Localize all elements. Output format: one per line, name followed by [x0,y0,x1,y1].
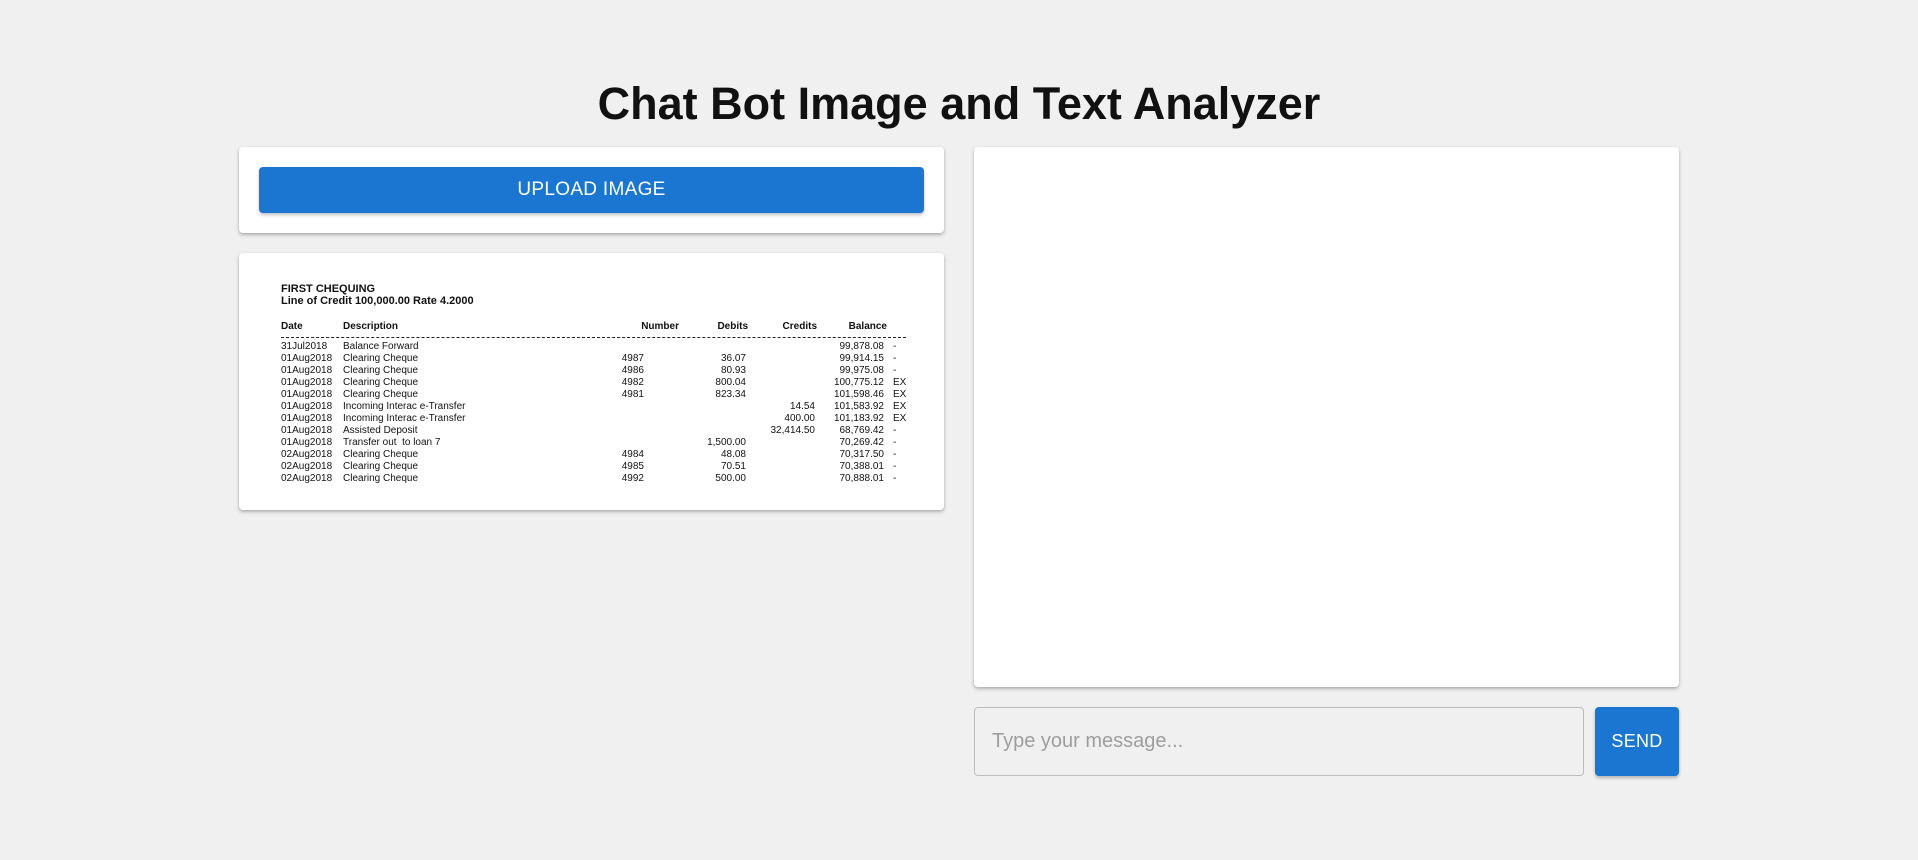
upload-card: UPLOAD IMAGE [239,147,944,233]
row-date: 02Aug2018 [281,449,333,460]
row-description: Transfer out to loan 7 [343,437,441,448]
table-row: 01Aug2018 Incoming Interac e-Transfer 400.… [281,413,906,425]
row-credit: 400.00 [784,413,815,424]
table-row: 01Aug2018 Clearing Cheque 4981 823.34 101,59… [281,389,906,401]
row-date: 01Aug2018 [281,365,333,376]
row-date: 31Jul2018 [281,341,328,352]
row-debit: 800.04 [715,377,746,388]
row-flag: - [893,425,897,436]
row-debit: 80.93 [720,365,746,376]
row-debit: 36.07 [720,353,746,364]
table-row: 01Aug2018 Clearing Cheque 4986 80.93 99,975.… [281,365,906,377]
row-credit: 14.54 [789,401,815,412]
row-description: Incoming Interac e-Transfer [343,413,466,424]
row-description: Incoming Interac e-Transfer [343,401,466,412]
row-date: 01Aug2018 [281,437,333,448]
row-balance: 68,769.42 [839,425,885,436]
row-balance: 70,888.01 [839,473,885,484]
row-flag: EX [893,377,907,388]
page-title: Chat Bot Image and Text Analyzer [597,78,1321,129]
row-debit: 48.08 [720,449,746,460]
row-flag: EX [893,389,907,400]
row-date: 01Aug2018 [281,377,333,388]
column-header-date: Date [281,321,303,332]
row-date: 02Aug2018 [281,461,333,472]
statement-header-row: Date Description Number Debits Credits B… [281,321,906,338]
row-balance: 70,388.01 [839,461,885,472]
table-row: 01Aug2018 Transfer out to loan 7 1,500.00 7… [281,437,906,449]
row-number: 4986 [621,365,644,376]
row-flag: - [893,473,897,484]
row-description: Clearing Cheque [343,353,419,364]
row-flag: EX [893,401,907,412]
row-number: 4981 [621,389,644,400]
row-balance: 99,914.15 [839,353,885,364]
column-header-description: Description [343,321,399,332]
row-credit: 32,414.50 [770,425,816,436]
row-description: Clearing Cheque [343,377,419,388]
column-header-balance: Balance [848,321,887,332]
row-description: Clearing Cheque [343,389,419,400]
table-row: 01Aug2018 Incoming Interac e-Transfer 14.5… [281,401,906,413]
table-row: 02Aug2018 Clearing Cheque 4985 70.51 70,388.… [281,461,906,473]
message-input[interactable] [974,707,1584,776]
row-balance: 99,878.08 [839,341,885,352]
table-row: 31Jul2018 Balance Forward 99,878.08- [281,341,906,353]
row-balance: 99,975.08 [839,365,885,376]
row-balance: 101,583.92 [833,401,884,412]
row-flag: - [893,365,897,376]
statement-table: Date Description Number Debits Credits B… [281,321,906,485]
row-balance: 70,317.50 [839,449,885,460]
row-flag: - [893,437,897,448]
image-preview-card: FIRST CHEQUING Line of Credit 100,000.00… [239,253,944,510]
row-balance: 101,183.92 [833,413,884,424]
row-number: 4982 [621,377,644,388]
row-description: Clearing Cheque [343,473,419,484]
column-header-credits: Credits [782,321,817,332]
row-number: 4984 [621,449,644,460]
row-balance: 101,598.46 [833,389,884,400]
chat-messages-panel [974,147,1679,687]
send-button[interactable]: SEND [1595,707,1679,776]
table-row: 01Aug2018 Assisted Deposit 32,414.50 68,769… [281,425,906,437]
row-flag: - [893,353,897,364]
row-number: 4985 [621,461,644,472]
row-description: Clearing Cheque [343,461,419,472]
row-date: 01Aug2018 [281,401,333,412]
row-debit: 70.51 [720,461,746,472]
row-date: 02Aug2018 [281,473,333,484]
row-number: 4987 [621,353,644,364]
uploaded-image-preview: FIRST CHEQUING Line of Credit 100,000.00… [281,283,906,485]
statement-subtitle: Line of Credit 100,000.00 Rate 4.2000 [281,295,474,307]
row-flag: - [893,341,897,352]
row-balance: 70,269.42 [839,437,885,448]
row-date: 01Aug2018 [281,413,333,424]
upload-image-button[interactable]: UPLOAD IMAGE [259,167,924,213]
table-row: 01Aug2018 Clearing Cheque 4982 800.04 100,77… [281,377,906,389]
table-row: 02Aug2018 Clearing Cheque 4992 500.00 70,888… [281,473,906,485]
row-balance: 100,775.12 [833,377,884,388]
row-date: 01Aug2018 [281,353,333,364]
row-description: Balance Forward [343,341,419,352]
row-flag: - [893,449,897,460]
row-number: 4992 [621,473,644,484]
table-row: 02Aug2018 Clearing Cheque 4984 48.08 70,317.… [281,449,906,461]
column-header-debits: Debits [717,321,748,332]
row-description: Assisted Deposit [343,425,418,436]
row-flag: - [893,461,897,472]
row-flag: EX [893,413,907,424]
row-debit: 500.00 [715,473,746,484]
row-debit: 823.34 [715,389,746,400]
row-debit: 1,500.00 [707,437,746,448]
column-header-number: Number [641,321,679,332]
row-date: 01Aug2018 [281,389,333,400]
statement-rows: 31Jul2018 Balance Forward 99,878.08-01Aug2… [281,341,906,485]
row-date: 01Aug2018 [281,425,333,436]
table-row: 01Aug2018 Clearing Cheque 4987 36.07 99,914.… [281,353,906,365]
row-description: Clearing Cheque [343,449,419,460]
row-description: Clearing Cheque [343,365,419,376]
statement-title: FIRST CHEQUING [281,283,376,295]
